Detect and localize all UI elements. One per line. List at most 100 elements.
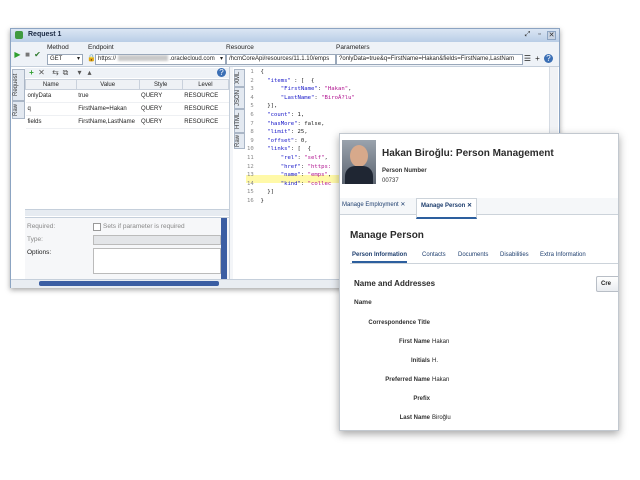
field-value: Hakan [432, 377, 450, 383]
column-header[interactable]: Value [75, 79, 140, 90]
required-checkbox[interactable] [93, 223, 101, 231]
required-hint: Sets if parameter is required [103, 223, 185, 230]
param-name[interactable]: q [25, 102, 77, 116]
param-name[interactable]: onlyData [25, 89, 77, 103]
create-button[interactable]: Cre [596, 276, 618, 292]
line-number: 9 [247, 137, 261, 144]
column-header[interactable]: Level [181, 79, 230, 90]
chevron-down-icon: ▾ [219, 56, 223, 62]
stop-icon[interactable]: ■ [23, 50, 32, 59]
param-style[interactable]: QUERY [139, 89, 183, 103]
method-select[interactable]: GET ▾ [47, 54, 83, 65]
params-table: Name Value Style Level onlyData true QUE… [25, 79, 230, 129]
tab-raw[interactable]: Raw [12, 101, 25, 119]
param-level[interactable]: RESOURCE [182, 102, 229, 116]
tab-manage-employment[interactable]: Manage Employment ✕ [342, 201, 405, 213]
help-icon[interactable]: ? [217, 68, 226, 77]
move-icon[interactable]: ⇆ [51, 68, 60, 77]
param-value[interactable]: true [76, 89, 140, 103]
table-row[interactable]: q FirstName=Hakan QUERY RESOURCE [25, 102, 229, 116]
column-header[interactable]: Name [25, 79, 77, 90]
param-level[interactable]: RESOURCE [182, 115, 229, 129]
code-text: "links": [ { [267, 146, 312, 153]
code-line[interactable]: 1 { [247, 68, 355, 77]
chevron-down-icon: ▾ [76, 56, 80, 62]
field-label: Prefix [413, 396, 430, 402]
field-label: Initials [410, 358, 430, 364]
person-number-label: Person Number [382, 168, 427, 174]
code-line[interactable]: 7 "hasMore": false, [247, 120, 355, 129]
close-icon[interactable]: ✕ [400, 202, 405, 208]
code-text: "rel": "self", [280, 154, 328, 161]
tab-label: Manage Person [421, 203, 466, 209]
param-level[interactable]: RESOURCE [182, 89, 229, 103]
close-icon[interactable]: ✕ [467, 203, 472, 209]
code-line[interactable]: 6 "count": 1, [247, 111, 355, 120]
subtab-contacts[interactable]: Contacts [422, 252, 446, 258]
scrollbar[interactable] [221, 218, 227, 280]
field-value: Hakan [432, 339, 450, 345]
subtab-extra-information[interactable]: Extra Information [540, 252, 586, 258]
close-icon[interactable]: ✕ [547, 31, 556, 40]
param-style[interactable]: QUERY [139, 115, 183, 129]
column-header[interactable]: Style [138, 79, 183, 90]
page-title: Hakan Biroğlu: Person Management [382, 148, 554, 159]
type-select[interactable] [93, 235, 221, 245]
code-line[interactable]: 3 "FirstName": "Hakan", [247, 85, 355, 94]
parameters-value: ?onlyData=true&q=FirstName=Hakan&fields=… [339, 56, 515, 62]
field-label: Correspondence Title [368, 320, 430, 326]
code-line[interactable]: 5 }], [247, 102, 355, 111]
field-row: First Name Hakan [350, 337, 610, 349]
move-down-icon[interactable]: ▾ [75, 68, 84, 77]
param-name[interactable]: fields [25, 115, 77, 129]
field-value: Biroğlu [432, 415, 451, 421]
code-text: { [260, 69, 264, 75]
code-text: "LastName": "BiroÃ?lu" [280, 94, 355, 101]
add-param-icon[interactable]: + [27, 68, 36, 77]
run-icon[interactable]: ▶ [13, 50, 22, 59]
remove-param-icon[interactable]: ✕ [37, 68, 46, 77]
splitter[interactable] [25, 209, 229, 216]
avatar [342, 140, 376, 184]
code-line[interactable]: 2 "items" : [ { [247, 77, 355, 86]
subtab-documents[interactable]: Documents [458, 252, 488, 258]
parameters-label: Parameters [336, 44, 370, 51]
list-icon[interactable]: ☰ [523, 54, 532, 63]
check-icon[interactable]: ✔ [33, 50, 42, 59]
subtab-person-information[interactable]: Person Information [352, 252, 408, 263]
tab-html[interactable]: HTML [234, 109, 245, 133]
resource-field[interactable]: /hcmCoreApi/resources/11.1.10/emps [226, 54, 336, 65]
table-row[interactable]: onlyData true QUERY RESOURCE [25, 89, 229, 103]
table-row[interactable]: fields FirstName,LastName QUERY RESOURCE [25, 115, 229, 129]
field-row: Initials H. [350, 356, 610, 368]
endpoint-suffix: .oraclecloud.com [169, 56, 215, 62]
maximize-icon[interactable]: ▫ [535, 31, 544, 39]
param-value[interactable]: FirstName=Hakan [76, 102, 140, 116]
tab-json[interactable]: JSON [234, 87, 245, 109]
param-value[interactable]: FirstName,LastName [76, 115, 140, 129]
tab-xml[interactable]: XML [234, 69, 245, 87]
code-line[interactable]: 4 "LastName": "BiroÃ?lu" [247, 94, 355, 103]
help-icon[interactable]: ? [544, 54, 553, 63]
tab-raw[interactable]: Raw [234, 133, 245, 149]
tab-manage-person[interactable]: Manage Person ✕ [416, 198, 478, 219]
move-up-icon[interactable]: ▴ [85, 68, 94, 77]
line-number: 6 [247, 111, 261, 118]
code-text: "name": "emps", [280, 172, 332, 179]
parameters-field[interactable]: ?onlyData=true&q=FirstName=Hakan&fields=… [336, 54, 523, 65]
endpoint-field[interactable]: https:// .oraclecloud.com ▾ [95, 54, 226, 65]
field-label: First Name [398, 339, 430, 345]
add-icon[interactable]: + [533, 54, 542, 63]
method-value: GET [50, 56, 63, 62]
line-number: 11 [247, 154, 261, 161]
param-style[interactable]: QUERY [139, 102, 183, 116]
type-label: Type: [27, 236, 43, 243]
horizontal-scrollbar[interactable] [39, 281, 219, 286]
options-field[interactable] [93, 248, 221, 274]
code-text: "limit": 25, [267, 129, 308, 136]
copy-icon[interactable]: ⧉ [61, 68, 70, 77]
tab-request[interactable]: Request [12, 69, 25, 101]
undock-icon[interactable]: ⤢ [523, 31, 532, 39]
line-number: 12 [247, 163, 261, 170]
subtab-disabilities[interactable]: Disabilities [500, 252, 529, 258]
